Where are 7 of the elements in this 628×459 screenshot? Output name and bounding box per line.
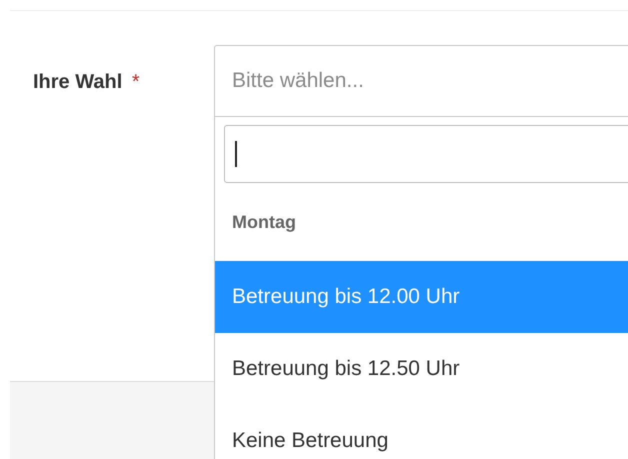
dropdown-option[interactable]: Keine Betreuung bbox=[215, 405, 628, 459]
search-field[interactable] bbox=[224, 125, 628, 183]
text-cursor-icon bbox=[235, 141, 237, 167]
dropdown-option[interactable]: Betreuung bis 12.50 Uhr bbox=[215, 333, 628, 405]
group-header: Montag bbox=[231, 210, 297, 234]
field-label: Ihre Wahl bbox=[33, 71, 122, 93]
required-mark: * bbox=[132, 71, 140, 93]
